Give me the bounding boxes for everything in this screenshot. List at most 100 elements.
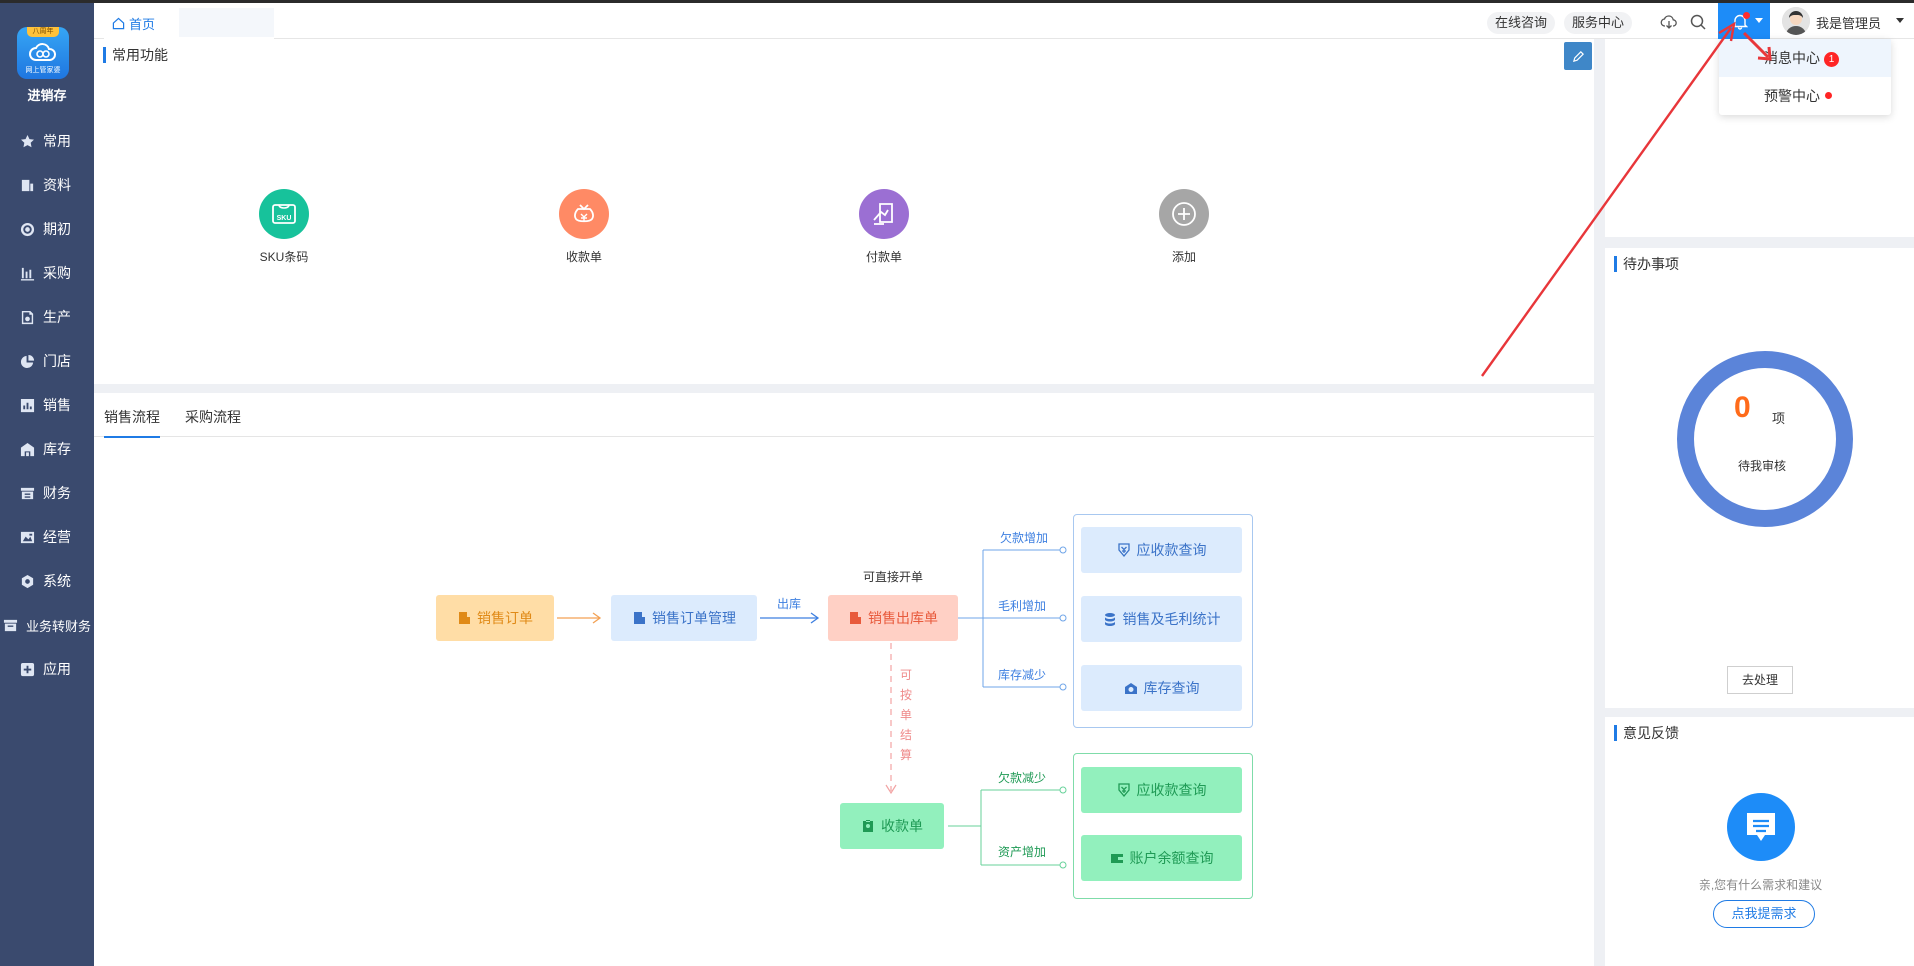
sidebar-item-label: 财务 bbox=[43, 485, 71, 501]
debt-decrease-label: 欠款减少 bbox=[998, 771, 1047, 785]
function-add[interactable]: 添加 bbox=[1134, 189, 1234, 265]
sales-outbound-box[interactable]: 销售出库单 bbox=[828, 595, 958, 641]
receivable-query-box[interactable]: 应收款查询 bbox=[1081, 527, 1242, 573]
sidebar-item-production[interactable]: 生产 bbox=[0, 295, 94, 339]
settle-char: 按 bbox=[900, 688, 913, 702]
bar-chart-icon bbox=[19, 265, 35, 281]
notification-dropdown: 消息中心 1 预警中心 bbox=[1719, 39, 1891, 115]
pie-chart-icon bbox=[19, 353, 35, 369]
receipt-box[interactable]: 收款单 bbox=[840, 803, 944, 849]
business-icon bbox=[19, 529, 35, 545]
document-icon bbox=[19, 177, 35, 193]
sidebar-item-purchase[interactable]: 采购 bbox=[0, 251, 94, 295]
sales-order-mgmt-box[interactable]: 销售订单管理 bbox=[611, 595, 757, 641]
sidebar-item-label: 资料 bbox=[43, 177, 71, 193]
settle-char: 单 bbox=[900, 708, 913, 722]
service-center-button[interactable]: 服务中心 bbox=[1564, 12, 1633, 34]
function-receipt[interactable]: 收款单 bbox=[534, 189, 634, 265]
todo-label: 待我审核 bbox=[1738, 459, 1787, 473]
tab-bar: 首页 bbox=[104, 8, 274, 39]
menu-item-message-center[interactable]: 消息中心 1 bbox=[1719, 39, 1891, 77]
function-label: 付款单 bbox=[865, 250, 902, 264]
factory-icon bbox=[19, 309, 35, 325]
todo-ring bbox=[1677, 351, 1853, 527]
sidebar-item-store[interactable]: 门店 bbox=[0, 339, 94, 383]
message-count-badge: 1 bbox=[1824, 52, 1839, 67]
sidebar: 八周年 网上管家婆 进销存 常用 资料 期初 采购 生产 门店 销售 库存 财务… bbox=[0, 3, 94, 966]
sidebar-item-finance[interactable]: 财务 bbox=[0, 471, 94, 515]
notification-button[interactable] bbox=[1718, 3, 1770, 39]
warehouse-icon bbox=[19, 441, 35, 457]
account-balance-box[interactable]: 账户余额查询 bbox=[1081, 835, 1242, 881]
target-icon bbox=[19, 221, 35, 237]
receivable-2-icon bbox=[1117, 783, 1130, 797]
sidebar-item-sales[interactable]: 销售 bbox=[0, 383, 94, 427]
direct-bill-label: 可直接开单 bbox=[863, 570, 924, 584]
tab-home[interactable]: 首页 bbox=[104, 8, 179, 39]
receipt-doc-icon bbox=[863, 820, 873, 832]
handle-button[interactable]: 去处理 bbox=[1727, 666, 1793, 694]
ship-label: 出库 bbox=[777, 597, 802, 611]
feedback-title: 意见反馈 bbox=[1614, 725, 1679, 741]
add-circle-icon bbox=[1159, 189, 1209, 239]
sidebar-item-business-to-finance[interactable]: 业务转财务 bbox=[0, 603, 94, 647]
receivable-query-2-label: 应收款查询 bbox=[1136, 782, 1207, 798]
menu-item-alert-center[interactable]: 预警中心 bbox=[1719, 77, 1891, 115]
sidebar-item-inventory[interactable]: 库存 bbox=[0, 427, 94, 471]
online-consult-button[interactable]: 在线咨询 bbox=[1487, 12, 1556, 34]
cloud-download-icon[interactable] bbox=[1660, 13, 1678, 31]
sidebar-item-opening[interactable]: 期初 bbox=[0, 207, 94, 251]
sidebar-item-system[interactable]: 系统 bbox=[0, 559, 94, 603]
sales-order-box[interactable]: 销售订单 bbox=[436, 595, 554, 641]
avatar[interactable] bbox=[1782, 7, 1810, 35]
sidebar-nav: 常用 资料 期初 采购 生产 门店 销售 库存 财务 经营 系统 业务转财务 应… bbox=[0, 119, 94, 691]
outbound-icon bbox=[850, 612, 861, 624]
todo-count: 0 bbox=[1734, 391, 1751, 424]
edit-button[interactable] bbox=[1564, 42, 1592, 70]
receivable-icon bbox=[1117, 543, 1130, 557]
home-icon bbox=[112, 17, 125, 30]
sidebar-item-data[interactable]: 资料 bbox=[0, 163, 94, 207]
stock-icon bbox=[1124, 683, 1137, 694]
app-logo[interactable]: 八周年 网上管家婆 bbox=[17, 27, 69, 79]
sales-profit-stats-box[interactable]: 销售及毛利统计 bbox=[1081, 596, 1242, 642]
user-name[interactable]: 我是管理员 bbox=[1816, 13, 1881, 32]
finance-icon bbox=[19, 485, 35, 501]
settle-by-bill-label: 可 按 单 结 算 bbox=[900, 665, 914, 765]
wallet-icon bbox=[1110, 854, 1123, 863]
sidebar-item-label: 门店 bbox=[43, 353, 71, 369]
submit-request-button[interactable]: 点我提需求 bbox=[1713, 900, 1815, 928]
sidebar-item-label: 经营 bbox=[43, 529, 71, 545]
sales-profit-stats-label: 销售及毛利统计 bbox=[1122, 611, 1221, 627]
tab-home-label: 首页 bbox=[129, 17, 156, 32]
common-functions-title: 常用功能 bbox=[103, 47, 168, 63]
receivable-query-2-box[interactable]: 应收款查询 bbox=[1081, 767, 1242, 813]
search-icon[interactable] bbox=[1689, 13, 1707, 31]
sidebar-item-label: 生产 bbox=[43, 309, 71, 325]
stock-query-box[interactable]: 库存查询 bbox=[1081, 665, 1242, 711]
sales-order-mgmt-label: 销售订单管理 bbox=[652, 610, 736, 626]
account-balance-label: 账户余额查询 bbox=[1129, 850, 1214, 866]
logo-tag: 八周年 bbox=[27, 27, 59, 37]
sidebar-item-common[interactable]: 常用 bbox=[0, 119, 94, 163]
sales-order-label: 销售订单 bbox=[477, 610, 533, 626]
debt-increase-label: 欠款增加 bbox=[1000, 531, 1049, 545]
pencil-icon bbox=[1572, 50, 1584, 62]
sidebar-item-apps[interactable]: 应用 bbox=[0, 647, 94, 691]
user-menu-chevron-icon[interactable] bbox=[1896, 18, 1904, 24]
star-icon bbox=[19, 133, 35, 149]
sidebar-item-label: 业务转财务 bbox=[26, 618, 92, 634]
sidebar-item-label: 系统 bbox=[43, 573, 71, 589]
sidebar-item-label: 应用 bbox=[43, 661, 71, 677]
svg-text:SKU: SKU bbox=[277, 215, 292, 222]
feedback-panel: 意见反馈 亲,您有什么需求和建议 点我提需求 bbox=[1605, 717, 1914, 966]
sales-outbound-label: 销售出库单 bbox=[868, 610, 938, 626]
sidebar-item-label: 期初 bbox=[43, 221, 71, 237]
sidebar-item-business[interactable]: 经营 bbox=[0, 515, 94, 559]
order-icon bbox=[459, 612, 470, 624]
function-payment[interactable]: 付款单 bbox=[834, 189, 934, 265]
stock-query-label: 库存查询 bbox=[1143, 680, 1200, 696]
function-sku[interactable]: SKU SKU条码 bbox=[234, 189, 334, 265]
payment-icon bbox=[859, 189, 909, 239]
sidebar-item-label: 销售 bbox=[43, 397, 71, 413]
